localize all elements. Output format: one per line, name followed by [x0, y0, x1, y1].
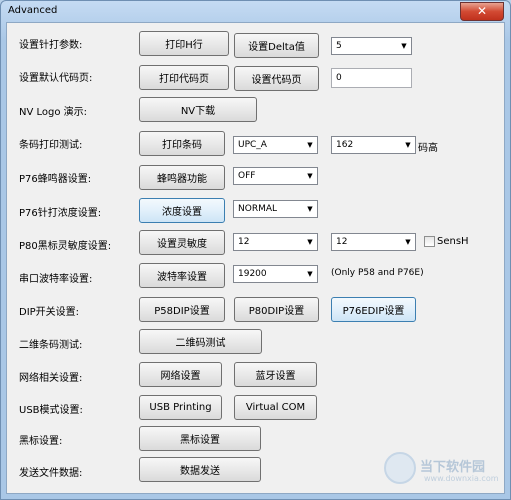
buzzer-combo-value: OFF: [238, 171, 256, 181]
barcode-label: 条码打印测试:: [19, 140, 83, 151]
baud-combo[interactable]: 19200 ▼: [233, 265, 318, 283]
virtual-com-button[interactable]: Virtual COM: [234, 395, 317, 420]
bluetooth-settings-button[interactable]: 蓝牙设置: [234, 362, 317, 387]
delta-combo-value: 5: [336, 41, 342, 51]
baud-rate-button[interactable]: 波特率设置: [139, 263, 225, 288]
chevron-down-icon: ▼: [307, 141, 313, 149]
p58-dip-button[interactable]: P58DIP设置: [139, 297, 225, 322]
usb-label: USB模式设置:: [19, 405, 83, 416]
sensitivity-combo-2[interactable]: 12 ▼: [331, 233, 416, 251]
barcode-type-value: UPC_A: [238, 140, 267, 150]
p76e-dip-button[interactable]: P76EDIP设置: [331, 297, 416, 322]
send-data-button[interactable]: 数据发送: [139, 457, 261, 482]
delta-combo[interactable]: 5 ▼: [331, 37, 412, 55]
default-codepage-label: 设置默认代码页:: [19, 73, 93, 84]
barcode-height-combo[interactable]: 162 ▼: [331, 136, 416, 154]
buzzer-function-button[interactable]: 蜂鸣器功能: [139, 165, 225, 190]
nv-download-button[interactable]: NV下载: [139, 97, 257, 122]
chevron-down-icon: ▼: [401, 42, 407, 50]
sensitivity-combo-2-value: 12: [336, 237, 348, 247]
density-combo[interactable]: NORMAL ▼: [233, 200, 318, 218]
close-button[interactable]: ✕: [460, 2, 504, 21]
barcode-type-combo[interactable]: UPC_A ▼: [233, 136, 318, 154]
title-bar: Advanced ✕: [1, 1, 510, 23]
dialog-content: 设置针打参数: 打印H行 设置Delta值 5 ▼ 设置默认代码页: 打印代码页…: [6, 22, 505, 494]
print-h-line-button[interactable]: 打印H行: [139, 31, 229, 56]
send-file-label: 发送文件数据:: [19, 468, 83, 479]
network-settings-button[interactable]: 网络设置: [139, 362, 222, 387]
network-label: 网络相关设置:: [19, 373, 83, 384]
usb-printing-button[interactable]: USB Printing: [139, 395, 222, 420]
sensitivity-combo-1-value: 12: [238, 237, 250, 247]
chevron-down-icon: ▼: [307, 205, 313, 213]
baud-combo-value: 19200: [238, 269, 267, 279]
buzzer-combo[interactable]: OFF ▼: [233, 167, 318, 185]
qrcode-test-button[interactable]: 二维码测试: [139, 329, 262, 354]
set-sensitivity-button[interactable]: 设置灵敏度: [139, 230, 225, 255]
density-combo-value: NORMAL: [238, 204, 278, 214]
pin-params-label: 设置针打参数:: [19, 40, 83, 51]
print-codepage-button[interactable]: 打印代码页: [139, 65, 229, 90]
chevron-down-icon: ▼: [307, 270, 313, 278]
barcode-height-suffix: 码高: [418, 143, 438, 154]
baud-label: 串口波特率设置:: [19, 274, 93, 285]
buzzer-label: P76蜂鸣器设置:: [19, 174, 92, 185]
print-barcode-button[interactable]: 打印条码: [139, 131, 225, 156]
blackmark-label: 黑标设置:: [19, 436, 63, 447]
dip-label: DIP开关设置:: [19, 307, 80, 318]
nv-logo-label: NV Logo 演示:: [19, 107, 88, 118]
watermark-logo: [384, 452, 416, 484]
sensh-label: SensH: [437, 236, 469, 247]
chevron-down-icon: ▼: [405, 141, 411, 149]
sensh-checkbox[interactable]: [424, 236, 435, 247]
codepage-input[interactable]: 0: [331, 68, 412, 88]
blackmark-settings-button[interactable]: 黑标设置: [139, 426, 261, 451]
density-button[interactable]: 浓度设置: [139, 198, 225, 223]
window-title: Advanced: [8, 5, 58, 16]
chevron-down-icon: ▼: [307, 238, 313, 246]
watermark-text: 当下软件园: [420, 460, 486, 475]
qrcode-label: 二维条码测试:: [19, 340, 83, 351]
density-label: P76针打浓度设置:: [19, 208, 102, 219]
set-delta-button[interactable]: 设置Delta值: [234, 33, 319, 58]
chevron-down-icon: ▼: [405, 238, 411, 246]
barcode-height-value: 162: [336, 140, 354, 150]
watermark-url: www.downxia.com: [424, 474, 499, 483]
chevron-down-icon: ▼: [307, 172, 313, 180]
sensitivity-combo-1[interactable]: 12 ▼: [233, 233, 318, 251]
baud-note: (Only P58 and P76E): [331, 268, 424, 278]
set-codepage-button[interactable]: 设置代码页: [234, 66, 319, 91]
p80-dip-button[interactable]: P80DIP设置: [234, 297, 319, 322]
blackmark-sens-label: P80黑标灵敏度设置:: [19, 241, 112, 252]
